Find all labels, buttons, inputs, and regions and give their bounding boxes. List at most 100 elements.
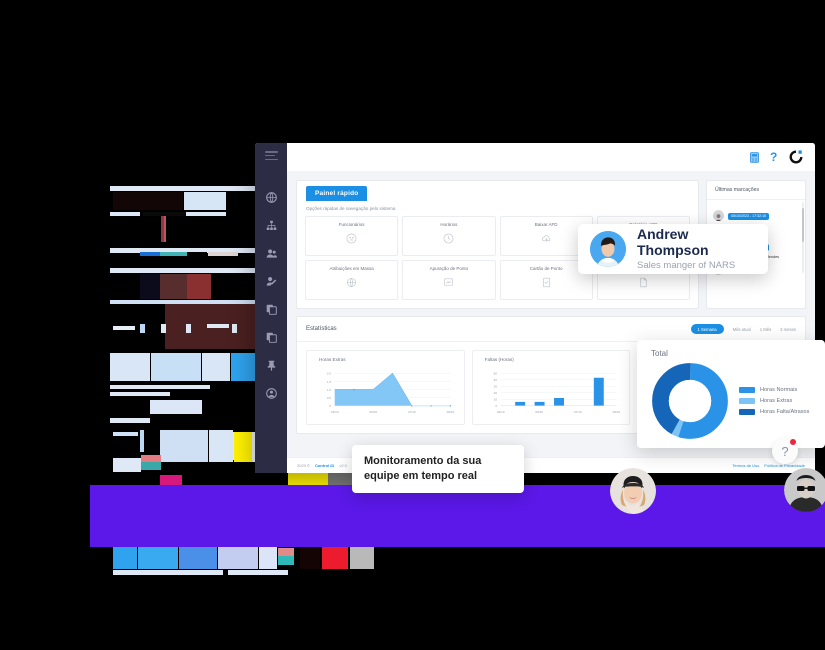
status-badge: 05/10/2023 - 17:32:10: [728, 212, 770, 220]
svg-text:07/10: 07/10: [574, 410, 582, 414]
sidebar-item-copy-alt-icon[interactable]: [259, 326, 283, 348]
svg-text:1.5: 1.5: [327, 380, 332, 384]
legend-label: Horas Normais: [760, 387, 798, 393]
hamburger-menu-icon[interactable]: [264, 151, 278, 160]
glitch-block: [228, 570, 288, 575]
quick-panel-tab[interactable]: Painel rápido: [306, 186, 368, 201]
glitch-block: [161, 324, 166, 333]
svg-text:30: 30: [493, 385, 497, 389]
statistics-filters: 1 Semana Mês atual 1 Mês 3 meses: [690, 324, 796, 334]
glitch-block: [141, 462, 161, 470]
legend-label: Horas Falta/Atrasos: [760, 409, 810, 415]
sidebar-item-pin-icon[interactable]: [259, 354, 283, 376]
legend-swatch: [739, 387, 755, 393]
glitch-block: [110, 418, 150, 423]
svg-text:09/10: 09/10: [447, 410, 455, 414]
footer-version: v2.0: [339, 463, 347, 468]
avatar: [713, 274, 724, 275]
glitch-block: [160, 252, 187, 256]
legend-swatch: [739, 398, 755, 404]
glitch-block: [232, 324, 237, 333]
donut-chart-svg: [652, 363, 728, 439]
glitch-block: [187, 274, 211, 299]
glitch-block: [164, 216, 166, 242]
quick-card-apuracao-de-ponto[interactable]: Apuração de Ponto: [402, 260, 496, 300]
svg-text:09/10: 09/10: [612, 410, 620, 414]
quick-card-horarios[interactable]: Horários: [402, 216, 496, 256]
chart-title: Horas Extras: [319, 357, 346, 362]
glitch-block: [140, 430, 144, 452]
glitch-block: [140, 274, 160, 299]
footer-copyright: 2023 ©: [297, 463, 310, 468]
help-bubble-button[interactable]: ?: [772, 438, 798, 464]
glitch-block: [160, 430, 208, 462]
notification-dot: [790, 439, 796, 445]
svg-text:20: 20: [493, 391, 497, 395]
help-icon[interactable]: ?: [770, 151, 778, 163]
footer-terms-link[interactable]: Termos de Uso: [732, 463, 759, 468]
tooltip-line-2: equipe em tempo real: [364, 470, 478, 482]
topbar: ?: [287, 143, 815, 171]
help-bubble-label: ?: [781, 443, 789, 459]
sidebar-item-copy-icon[interactable]: [259, 298, 283, 320]
svg-text:?: ?: [770, 151, 777, 163]
filter-3-meses[interactable]: 3 meses: [780, 327, 796, 332]
quick-card-atribuicoes-em-massa[interactable]: Atribuições em Massa: [305, 260, 399, 300]
filter-1-mes[interactable]: 1 Mês: [760, 327, 771, 332]
glitch-block: [202, 353, 230, 381]
sidebar-item-globe-icon[interactable]: [259, 186, 283, 208]
filter-1-semana[interactable]: 1 Semana: [690, 324, 724, 334]
svg-text:03/10: 03/10: [331, 410, 339, 414]
glitch-block: [209, 430, 233, 462]
scrollbar[interactable]: [802, 202, 804, 273]
glitch-block: [140, 324, 145, 333]
refresh-logo-icon[interactable]: [789, 150, 803, 164]
donut-row: Horas Normais Horas Extras Horas Falta/A…: [651, 362, 825, 440]
quick-card-label: Atribuições em Massa: [329, 265, 374, 271]
svg-text:05/10: 05/10: [535, 410, 543, 414]
tooltip-line-1: Monitoramento da sua: [364, 455, 482, 468]
legend-swatch: [739, 409, 755, 415]
glitch-block: [140, 252, 160, 256]
glitch-block: [184, 192, 226, 210]
clock-icon: [443, 231, 454, 249]
sidebar-item-users-icon[interactable]: [259, 242, 283, 264]
total-donut-card: Total Horas Normais Horas Extras Horas F…: [637, 340, 825, 448]
glitch-block: [207, 324, 229, 328]
svg-text:0.5: 0.5: [327, 396, 332, 400]
filter-mes-atual[interactable]: Mês atual: [733, 327, 751, 332]
quick-card-funcionarios[interactable]: Funcionários: [305, 216, 399, 256]
report-icon: [443, 275, 454, 293]
avatar-man: [784, 468, 825, 512]
glitch-block: [186, 324, 191, 333]
glitch-block: [113, 432, 138, 436]
quick-panel-subtitle: Opções rápidas de navegação pelo sistema: [306, 206, 396, 211]
svg-text:1.0: 1.0: [327, 388, 332, 392]
device-icon[interactable]: [750, 151, 759, 163]
chart-title: Faltas (Horas): [484, 357, 514, 362]
sidebar-item-user-edit-icon[interactable]: [259, 270, 283, 292]
glitch-block: [113, 458, 141, 472]
glitch-block: [110, 392, 170, 396]
legend-item: Horas Falta/Atrasos: [739, 409, 809, 415]
avatar: [713, 210, 724, 222]
area-chart-svg: 2.0 1.5 1.0 0.5 0 03/10 05/10 07/10 09/1…: [327, 372, 455, 414]
legend-item: Horas Normais: [739, 387, 809, 393]
glitch-block: [160, 274, 187, 299]
sidebar-item-user-circle-icon[interactable]: [259, 382, 283, 404]
glitch-block: [187, 252, 207, 256]
chart-horas-extras: Horas Extras 2.0 1.5 1.0 0.5 0 03/10 05/…: [306, 350, 465, 426]
svg-text:0: 0: [495, 404, 497, 408]
statistics-title: Estatísticas: [306, 326, 337, 332]
statistics-header: Estatísticas 1 Semana Mês atual 1 Mês 3 …: [297, 324, 805, 341]
chart-faltas-horas: Faltas (Horas) 50 40 30 20 10 0 03/10 05…: [471, 350, 631, 426]
sidebar-item-sitemap-icon[interactable]: [259, 214, 283, 236]
glitch-block: [110, 268, 260, 273]
svg-text:0: 0: [329, 404, 331, 408]
glitch-block: [143, 212, 190, 216]
person-name: Andrew Thompson: [637, 226, 709, 258]
glitch-block: [150, 400, 202, 414]
svg-text:03/10: 03/10: [497, 410, 505, 414]
glitch-block: [110, 212, 140, 216]
glitch-block: [186, 212, 226, 216]
